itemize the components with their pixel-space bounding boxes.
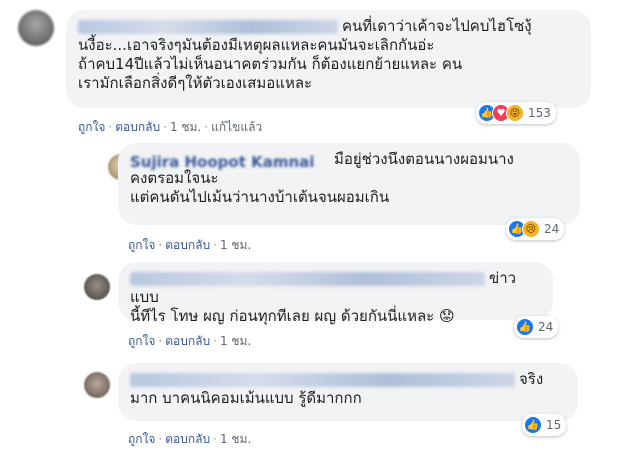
- haha-icon: 😝: [506, 104, 524, 122]
- timestamp[interactable]: 1 ชม.: [220, 432, 251, 446]
- avatar[interactable]: [84, 372, 110, 398]
- comment-bubble: Sujira Hoopot Kamnai มือยู่ช่วงนึงตอนนางผ…: [118, 143, 580, 225]
- like-link[interactable]: ถูกใจ: [128, 334, 155, 348]
- commenter-name-blurred[interactable]: [130, 271, 485, 286]
- reactions-summary[interactable]: 👍 😢 24: [506, 218, 565, 240]
- reaction-count: 153: [528, 106, 551, 120]
- avatar[interactable]: [84, 274, 110, 300]
- timestamp[interactable]: 1 ชม.: [220, 238, 251, 252]
- reactions-summary[interactable]: 👍 15: [522, 414, 567, 436]
- reaction-count: 24: [544, 222, 560, 236]
- reply-link[interactable]: ตอบกลับ: [165, 334, 210, 348]
- reply-link[interactable]: ตอบกลับ: [165, 238, 210, 252]
- comment-bubble: คนที่เดาว่าเค้าจะไปคบไฮโซงุ้นงี้อะ...เอา…: [66, 10, 591, 108]
- sad-icon: 😢: [522, 220, 540, 238]
- like-link[interactable]: ถูกใจ: [128, 238, 155, 252]
- timestamp[interactable]: 1 ชม.: [170, 120, 201, 134]
- edited-label[interactable]: แก้ไขแล้ว: [211, 120, 262, 134]
- like-link[interactable]: ถูกใจ: [128, 432, 155, 446]
- like-icon: 👍: [524, 416, 542, 434]
- comment-actions: ถูกใจ · ตอบกลับ · 1 ชม. · แก้ไขแล้ว: [78, 120, 263, 134]
- reactions-summary[interactable]: 👍 24: [514, 316, 559, 338]
- comment-actions: ถูกใจ · ตอบกลับ · 1 ชม.: [128, 238, 252, 252]
- comment-actions: ถูกใจ · ตอบกลับ · 1 ชม.: [128, 432, 252, 446]
- commenter-name-label[interactable]: Sujira Hoopot Kamnai: [130, 153, 330, 171]
- avatar[interactable]: [18, 10, 54, 46]
- like-link[interactable]: ถูกใจ: [78, 120, 105, 134]
- commenter-name-blurred[interactable]: [78, 19, 338, 34]
- like-icon: 👍: [516, 318, 534, 336]
- timestamp[interactable]: 1 ชม.: [220, 334, 251, 348]
- reaction-count: 15: [546, 418, 562, 432]
- reply-link[interactable]: ตอบกลับ: [115, 120, 160, 134]
- comment-actions: ถูกใจ · ตอบกลับ · 1 ชม.: [128, 334, 252, 348]
- reactions-summary[interactable]: 👍 ♥ 😝 153: [476, 102, 556, 124]
- commenter-name-blurred[interactable]: [130, 372, 515, 387]
- reply-link[interactable]: ตอบกลับ: [165, 432, 210, 446]
- comment-bubble: จริง มาก บาคนนิคอมเม้นแบบ รู้ดีมากกก: [118, 363, 578, 421]
- comment-bubble: ข่าวแบบ นี้ทีไร โทษ ผญ ก่อนทุกทีเลย ผญ ด…: [118, 262, 553, 325]
- reaction-count: 24: [538, 320, 554, 334]
